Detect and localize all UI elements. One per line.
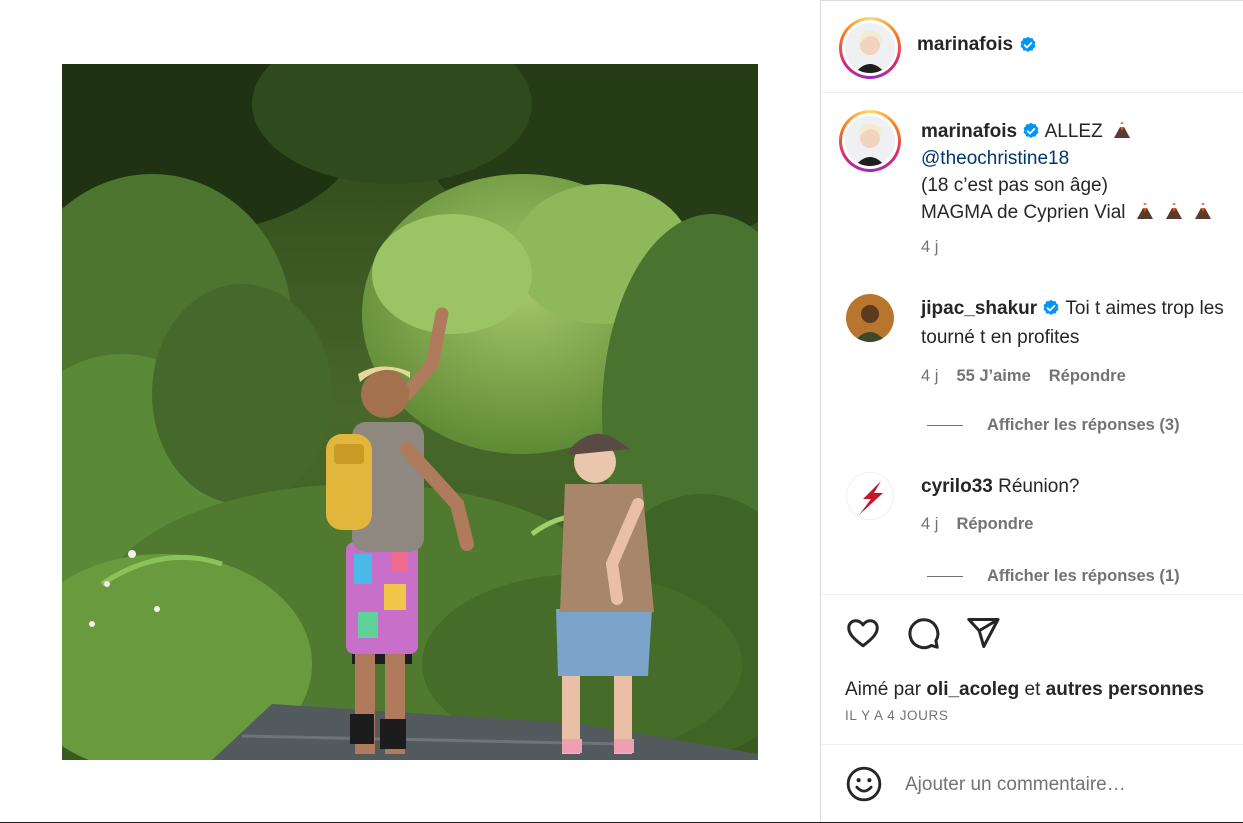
post-side-panel: marinafois marinafois ALLEZ @theochristi…: [820, 0, 1243, 823]
replies-divider: [927, 425, 963, 426]
author-username[interactable]: marinafois: [917, 34, 1037, 56]
caption-time[interactable]: 4 j: [921, 234, 938, 261]
view-replies-button[interactable]: Afficher les réponses (1): [927, 567, 1180, 586]
liker-username[interactable]: oli_acoleg: [926, 679, 1019, 700]
comment-time[interactable]: 4 j: [921, 362, 938, 391]
post-header: marinafois: [821, 0, 1243, 93]
caption-username[interactable]: marinafois: [921, 121, 1017, 142]
caption-mention-link[interactable]: @theochristine18: [921, 148, 1069, 169]
comment-text: Toi t aimes trop les: [1065, 298, 1224, 319]
comment-text-line2: tourné t en profites: [921, 327, 1080, 348]
comment-input[interactable]: [905, 769, 1225, 801]
author-username-text[interactable]: marinafois: [917, 34, 1013, 56]
send-icon[interactable]: [965, 615, 1001, 651]
likes-prefix: Aimé par: [845, 679, 922, 700]
verified-badge-icon: [1020, 36, 1036, 53]
add-comment-bar: [821, 744, 1243, 823]
likes-summary: Aimé par oli_acoleg et autres personnes: [845, 679, 1204, 701]
caption-meta: 4 j: [921, 234, 1241, 261]
comment-username[interactable]: jipac_shakur: [921, 298, 1037, 319]
post-photo[interactable]: [62, 64, 758, 760]
comment-meta: 4 j Répondre: [921, 510, 1243, 539]
caption-text-line3: (18 c’est pas son âge): [921, 175, 1108, 196]
view-replies-label[interactable]: Afficher les réponses (1): [987, 567, 1180, 586]
volcano-emoji-icon: [1136, 202, 1153, 219]
smiley-icon[interactable]: [845, 765, 883, 803]
caption-author-avatar[interactable]: [839, 110, 901, 172]
portrait-icon: [845, 116, 895, 166]
comment-icon[interactable]: [905, 615, 941, 651]
caption: marinafois ALLEZ @theochristine18 (18 c’…: [921, 118, 1241, 261]
portrait-icon: [846, 294, 894, 342]
view-replies-label[interactable]: Afficher les réponses (3): [987, 416, 1180, 435]
comments-section: marinafois ALLEZ @theochristine18 (18 c’…: [821, 94, 1243, 594]
other-likers-link[interactable]: autres personnes: [1046, 679, 1204, 700]
caption-text-line1: ALLEZ: [1044, 121, 1103, 142]
volcano-emoji-icon: [1113, 121, 1130, 138]
post-media-area: [0, 0, 820, 823]
heart-icon[interactable]: [845, 615, 881, 651]
author-avatar[interactable]: [839, 17, 901, 79]
comment-likes-count[interactable]: 55 J’aime: [956, 362, 1030, 391]
reply-button[interactable]: Répondre: [1049, 362, 1126, 391]
comment-username[interactable]: cyrilo33: [921, 476, 993, 497]
post-timestamp[interactable]: IL Y A 4 JOURS: [845, 708, 948, 723]
portrait-icon: [845, 23, 895, 73]
lightning-bolt-icon: [847, 473, 893, 519]
comment-item: jipac_shakur Toi t aimes trop les tourné…: [921, 294, 1243, 391]
replies-divider: [927, 576, 963, 577]
comment-avatar[interactable]: [846, 294, 894, 342]
post-actions: Aimé par oli_acoleg et autres personnes …: [821, 594, 1243, 744]
comment-text: Réunion?: [998, 476, 1080, 497]
comment-meta: 4 j 55 J’aime Répondre: [921, 362, 1243, 391]
reply-button[interactable]: Répondre: [956, 510, 1033, 539]
volcano-emoji-icon: [1195, 202, 1212, 219]
volcano-emoji-icon: [1166, 202, 1183, 219]
comment-avatar[interactable]: [846, 472, 894, 520]
view-replies-button[interactable]: Afficher les réponses (3): [927, 416, 1180, 435]
likes-joiner: et: [1024, 679, 1041, 700]
verified-badge-icon: [1023, 122, 1039, 139]
comment-time[interactable]: 4 j: [921, 510, 938, 539]
jungle-hikers-photo: [62, 64, 758, 760]
verified-badge-icon: [1043, 299, 1059, 316]
comment-item: cyrilo33 Réunion? 4 j Répondre: [921, 472, 1243, 539]
caption-text-line4: MAGMA de Cyprien Vial: [921, 202, 1126, 223]
